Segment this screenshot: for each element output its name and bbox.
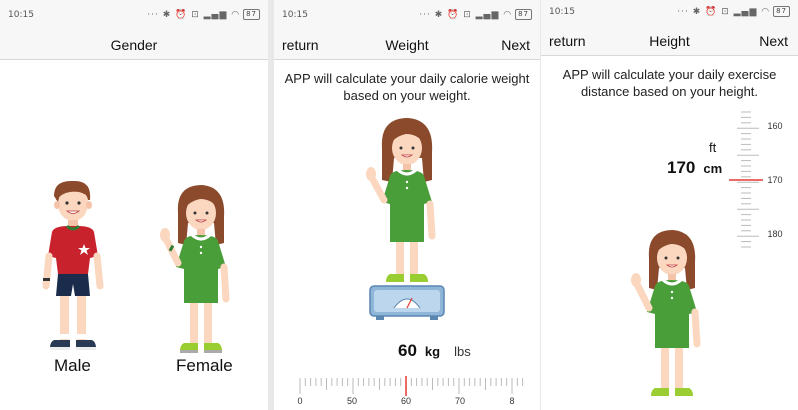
weight-value: 60 — [398, 341, 417, 360]
nav-bar: return Weight Next — [274, 30, 540, 60]
page-title: Weight — [385, 37, 429, 53]
battery-icon: 87 — [243, 9, 260, 20]
unit-cm-toggle[interactable]: cm — [703, 161, 722, 176]
girl-on-scale-illustration — [366, 118, 445, 320]
male-label[interactable]: Male — [54, 356, 91, 376]
ruler-label: 160 — [767, 121, 782, 131]
ruler-label: 50 — [347, 396, 357, 406]
height-description: APP will calculate your daily exercise d… — [562, 67, 777, 99]
battery-icon: 87 — [515, 9, 532, 20]
status-time: 10:15 — [549, 7, 575, 17]
battery-icon: 87 — [773, 6, 790, 17]
unit-lbs-toggle[interactable]: lbs — [454, 344, 471, 359]
height-ruler-slider[interactable]: 160 170 180 — [727, 108, 783, 250]
status-bar: 10:15 ··· ✱ ⏰ ⊡ ▂▄▆ ◠ 87 — [0, 0, 268, 30]
height-screen: 10:15 ··· ✱ ⏰ ⊡ ▂▄▆ ◠ 87 return Height N… — [541, 0, 798, 410]
weight-ruler-slider[interactable]: 0 50 60 70 8 — [292, 370, 524, 408]
ruler-label: 180 — [767, 229, 782, 239]
ruler-label: 170 — [767, 175, 782, 185]
next-button[interactable]: Next — [759, 33, 788, 49]
gender-screen: 10:15 ··· ✱ ⏰ ⊡ ▂▄▆ ◠ 87 Gender Male Fem… — [0, 0, 268, 410]
weight-value-row: 60 kg lbs — [398, 341, 471, 361]
ruler-label: 8 — [509, 396, 514, 406]
signal-icons: ··· ✱ ⏰ ⊡ ▂▄▆ ◠ — [147, 9, 241, 20]
girl-illustration — [631, 230, 701, 396]
weight-description: APP will calculate your daily calorie we… — [284, 71, 530, 103]
page-title: Gender — [110, 37, 158, 53]
female-label[interactable]: Female — [176, 356, 233, 376]
male-option-figure[interactable] — [40, 178, 106, 356]
status-icons: ··· ✱ ⏰ ⊡ ▂▄▆ ◠ 87 — [419, 9, 532, 20]
nav-bar: Gender — [0, 30, 268, 60]
height-value: 170 — [667, 158, 696, 177]
ruler-label: 70 — [455, 396, 465, 406]
status-icons: ··· ✱ ⏰ ⊡ ▂▄▆ ◠ 87 — [677, 6, 790, 17]
status-time: 10:15 — [8, 10, 34, 20]
ruler-label: 0 — [297, 396, 302, 406]
status-time: 10:15 — [282, 10, 308, 20]
status-bar: 10:15 ··· ✱ ⏰ ⊡ ▂▄▆ ◠ 87 — [541, 0, 798, 26]
signal-icons: ··· ✱ ⏰ ⊡ ▂▄▆ ◠ — [677, 6, 771, 17]
status-icons: ··· ✱ ⏰ ⊡ ▂▄▆ ◠ 87 — [147, 9, 260, 20]
weight-screen: 10:15 ··· ✱ ⏰ ⊡ ▂▄▆ ◠ 87 return Weight N… — [274, 0, 540, 410]
height-value-row: 170 cm — [667, 158, 722, 178]
signal-icons: ··· ✱ ⏰ ⊡ ▂▄▆ ◠ — [419, 9, 513, 20]
nav-bar: return Height Next — [541, 26, 798, 56]
ruler-label: 60 — [401, 396, 411, 406]
next-button[interactable]: Next — [501, 37, 530, 53]
unit-kg-toggle[interactable]: kg — [425, 344, 440, 359]
unit-ft-toggle[interactable]: ft — [709, 140, 716, 155]
female-option-figure[interactable] — [156, 183, 236, 355]
status-bar: 10:15 ··· ✱ ⏰ ⊡ ▂▄▆ ◠ 87 — [274, 0, 540, 30]
